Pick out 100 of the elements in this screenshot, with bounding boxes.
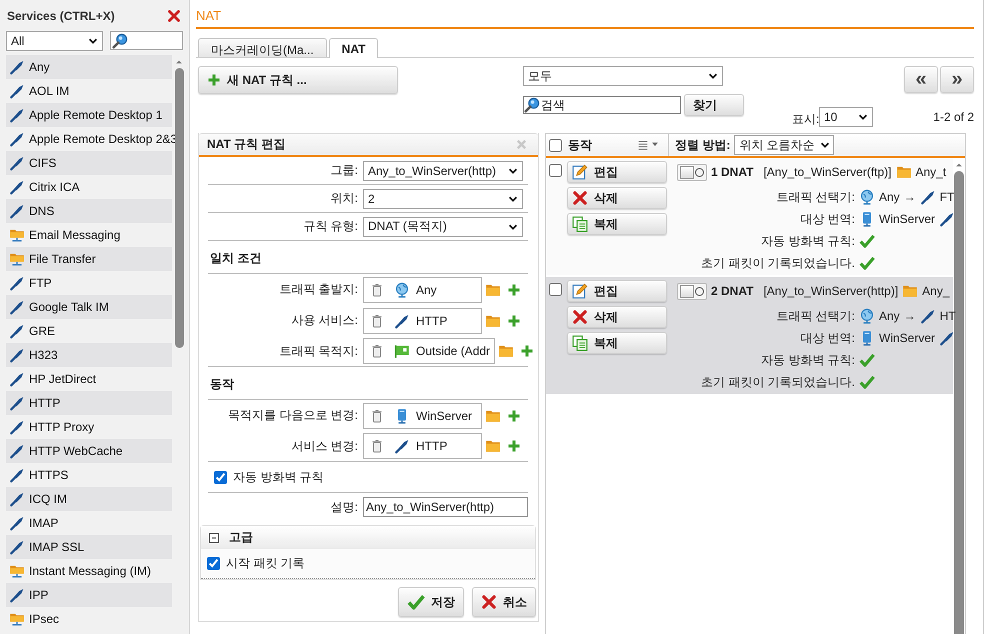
checkbox[interactable] xyxy=(549,164,562,177)
service-item[interactable]: Google Talk IM xyxy=(6,295,172,319)
dropdown[interactable]: Any_to_WinServer(http) xyxy=(363,160,523,180)
detail-value: HT xyxy=(940,309,956,323)
trash-icon[interactable] xyxy=(370,439,384,453)
dropdown[interactable]: DNAT (목적지) xyxy=(363,216,523,236)
service-item[interactable]: File Transfer xyxy=(6,247,172,271)
detail-label: 자동 방화벽 규칙: xyxy=(760,352,855,368)
plug-icon xyxy=(9,155,25,171)
dropdown[interactable]: 2 xyxy=(363,188,523,208)
checkbox[interactable] xyxy=(214,470,227,484)
service-item[interactable]: IMAP xyxy=(6,511,172,535)
service-item[interactable]: DNS xyxy=(6,199,172,223)
trash-icon[interactable] xyxy=(370,408,384,422)
service-item[interactable]: Email Messaging xyxy=(6,223,172,247)
filter-dropdown[interactable]: 모두 xyxy=(523,66,723,86)
search-field[interactable] xyxy=(110,31,183,50)
service-item[interactable]: CIFS xyxy=(6,151,172,175)
service-item[interactable]: HTTP WebCache xyxy=(6,439,172,463)
object-field[interactable]: HTTP xyxy=(363,433,482,459)
service-item[interactable]: H323 xyxy=(6,343,172,367)
collapse-icon[interactable] xyxy=(207,530,221,544)
toggle-switch[interactable] xyxy=(677,164,707,180)
plug-icon xyxy=(920,189,936,205)
folder-icon[interactable] xyxy=(485,438,501,454)
service-item[interactable]: HP JetDirect xyxy=(6,367,172,391)
service-item[interactable]: Citrix ICA xyxy=(6,175,172,199)
add-icon[interactable] xyxy=(507,408,521,422)
save-button[interactable]: 저장 xyxy=(398,587,464,617)
tab[interactable]: 마스커레이딩(Ma... xyxy=(198,38,327,57)
plug-icon xyxy=(9,371,25,387)
previous-page-button[interactable]: « xyxy=(904,66,938,93)
service-item[interactable]: Any xyxy=(6,55,172,79)
service-item[interactable]: HTTPS xyxy=(6,463,172,487)
add-icon[interactable] xyxy=(507,314,521,328)
plug-icon xyxy=(9,515,25,531)
service-item[interactable]: ICQ IM xyxy=(6,487,172,511)
object-field[interactable]: HTTP xyxy=(363,308,482,334)
plug-icon xyxy=(9,131,25,147)
cancel-button[interactable]: 취소 xyxy=(472,587,536,617)
plug-icon xyxy=(9,299,25,315)
service-item[interactable]: Instant Messaging (IM) xyxy=(6,559,172,583)
filter-dropdown[interactable]: All xyxy=(6,31,104,51)
close-icon[interactable] xyxy=(167,9,181,23)
list-icon[interactable] xyxy=(637,139,649,151)
plug-icon xyxy=(9,443,25,459)
add-icon[interactable] xyxy=(507,282,521,296)
delete-button[interactable]: 삭제 xyxy=(567,306,667,328)
object-field[interactable]: Outside (Addr xyxy=(363,338,496,364)
sort-dropdown[interactable]: 위치 오름차순 xyxy=(734,135,834,155)
toggle-switch[interactable] xyxy=(677,282,707,300)
service-item[interactable]: Apple Remote Desktop 1 xyxy=(6,103,172,127)
plug-icon xyxy=(9,467,25,483)
plug-icon xyxy=(9,59,25,75)
detail-value: FT xyxy=(940,190,954,204)
network-card-icon xyxy=(394,343,410,359)
trash-icon[interactable] xyxy=(370,314,384,328)
new-rule-button[interactable]: 새 NAT 규칙 ... xyxy=(198,66,398,94)
checkbox[interactable] xyxy=(207,557,220,570)
service-item[interactable]: HTTP xyxy=(6,391,172,415)
object-field[interactable]: WinServer xyxy=(363,402,482,428)
edit-button[interactable]: 편집 xyxy=(567,280,667,302)
plug-icon xyxy=(9,203,25,219)
duplicate-button[interactable]: 복제 xyxy=(567,332,667,354)
edit-button[interactable]: 편집 xyxy=(567,161,667,183)
add-icon[interactable] xyxy=(507,439,521,453)
folder-icon xyxy=(9,611,25,627)
detail-label: 대상 번역: xyxy=(799,330,855,346)
folder-icon[interactable] xyxy=(498,343,514,359)
service-item[interactable]: IPP xyxy=(6,583,172,607)
delete-button[interactable]: 삭제 xyxy=(567,187,667,209)
page-size-dropdown[interactable]: 10 xyxy=(819,106,873,126)
add-icon[interactable] xyxy=(520,344,534,358)
search-field[interactable]: 검색 xyxy=(523,96,681,114)
service-item[interactable]: FTP xyxy=(6,271,172,295)
checkbox[interactable] xyxy=(549,283,562,296)
service-item[interactable]: AOL IM xyxy=(6,79,172,103)
section-heading: 일치 조건 xyxy=(210,250,262,266)
trash-icon[interactable] xyxy=(370,282,384,296)
tab[interactable]: NAT xyxy=(328,38,378,58)
trash-icon[interactable] xyxy=(370,344,384,358)
field-label: 트래픽 목적지: xyxy=(278,342,359,360)
service-item[interactable]: IPsec xyxy=(6,607,172,631)
service-item[interactable]: IMAP SSL xyxy=(6,535,172,559)
find-button[interactable]: 찾기 xyxy=(684,94,744,116)
detail-value: WinServer xyxy=(879,331,936,345)
service-item[interactable]: HTTP Proxy xyxy=(6,415,172,439)
description-field[interactable]: Any_to_WinServer(http) xyxy=(363,497,528,517)
plug-icon xyxy=(9,107,25,123)
detail-label: 자동 방화벽 규칙: xyxy=(760,232,855,250)
checkbox-label: 시작 패킷 기록 xyxy=(226,555,305,572)
object-field[interactable]: Any xyxy=(363,276,482,302)
detail-label: 트래픽 선택기: xyxy=(775,308,855,324)
duplicate-button[interactable]: 복제 xyxy=(567,213,667,235)
service-item[interactable]: GRE xyxy=(6,319,172,343)
plug-icon xyxy=(9,491,25,507)
page-title: NAT xyxy=(196,0,974,29)
checkbox[interactable] xyxy=(549,138,562,152)
next-page-button[interactable]: » xyxy=(940,66,974,93)
cross-icon xyxy=(481,594,497,610)
